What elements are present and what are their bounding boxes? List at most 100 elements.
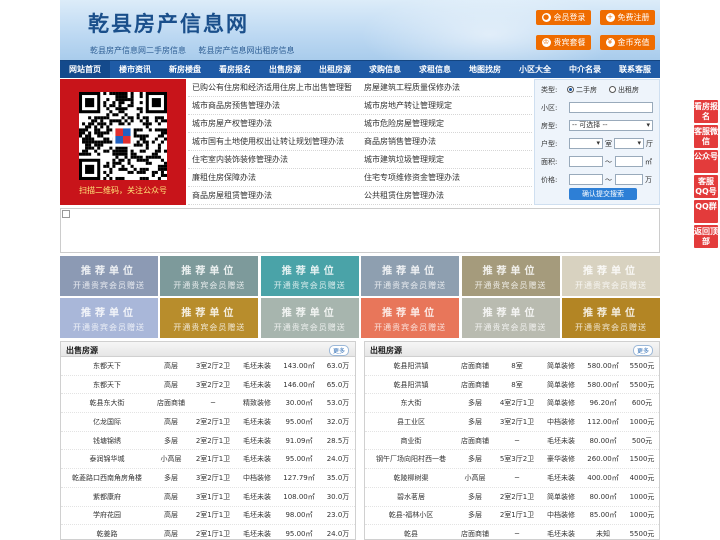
table-cell: 简单装修 [547,492,575,501]
table-cell: 2室1厅1卫 [195,511,231,520]
table-row[interactable]: 东大街 多层 4室2厅1卫 简单装修 96.20㎡ 600元 [365,394,659,414]
recommend-tile[interactable]: 推荐单位 开通贵宾会员赠送 [160,298,259,338]
rent-more-button[interactable]: 更多 [632,345,653,356]
policy-link[interactable]: 城市房屋产权管理办法 [188,115,360,132]
nav-item[interactable]: 新房楼盘 [160,61,210,78]
qr-code-icon [79,92,167,180]
table-row[interactable]: 商业街 店面商铺 ─ 毛坯未装 80.00㎡ 500元 [365,432,659,451]
nav-item[interactable]: 楼市资讯 [110,61,160,78]
nav-item[interactable]: 中介名录 [560,61,610,78]
sale-more-button[interactable]: 更多 [328,345,349,356]
vip-package-button[interactable]: ♔ 贵宾套餐 [536,35,591,50]
price-max-input[interactable] [615,174,643,185]
table-cell: 2室2厅1卫 [195,436,231,445]
price-min-input[interactable] [569,174,603,185]
policy-link[interactable]: 城市房地产转让管理规定 [360,97,532,114]
table-row[interactable]: 乾县 店面商铺 ─ 毛坯未装 未知 5500元 [365,525,659,540]
search-panel: 类型: 二手房 出租房 小区: 房型: -- 可选择 -- 户型: 室 厅 面积… [534,79,660,205]
recommend-tile[interactable]: 推荐单位 开通贵宾会员赠送 [60,298,158,338]
table-cell: 2室2厅1卫 [195,417,231,426]
table-row[interactable]: 钢午厂场向阳村西一巷 多层 5室3厅2卫 豪华装修 260.00㎡ 1500元 [365,450,659,470]
table-row[interactable]: 乾县阳洪镇 店面商铺 8室 简单装修 580.00㎡ 5500元 [365,357,659,376]
policy-link[interactable]: 商品房销售管理办法 [360,133,532,150]
nav-item[interactable]: 出售房源 [260,61,310,78]
table-cell: 简单装修 [547,361,575,370]
free-register-button[interactable]: + 免费注册 [600,10,655,25]
float-button[interactable]: 公众号 [694,150,718,173]
policy-link[interactable]: 住宅室内装饰装修管理办法 [188,151,360,168]
recommend-tile[interactable]: 推荐单位 开通贵宾会员赠送 [461,256,560,296]
table-row[interactable]: 学府花园 高层 2室1厅1卫 毛坯未装 98.00㎡ 23.0万 [61,507,355,526]
table-cell: 小高层 [464,473,486,482]
table-row[interactable]: 乾县阳洪镇 店面商铺 8室 简单装修 580.00㎡ 5500元 [365,376,659,395]
nav-item[interactable]: 求租信息 [410,61,460,78]
table-row[interactable]: 紫都康府 高层 3室1厅1卫 毛坯未装 108.00㎡ 30.0万 [61,488,355,507]
policy-link[interactable]: 商品房屋租赁管理办法 [188,187,360,204]
policy-link[interactable]: 城市建筑垃圾管理规定 [360,151,532,168]
table-cell: 112.00㎡ [587,417,619,426]
policy-link[interactable]: 廉租住房保障办法 [188,169,360,186]
table-cell: 毛坯未装 [243,417,271,426]
nav-item[interactable]: 求购信息 [360,61,410,78]
nav-item[interactable]: 网站首页 [60,61,110,78]
district-input[interactable] [569,102,653,113]
house-type-select[interactable]: -- 可选择 -- [569,120,653,131]
crown-icon: ♔ [541,38,551,47]
table-row[interactable]: 乾县东大街 店面商铺 ─ 精致装修 30.00㎡ 53.0万 [61,394,355,414]
recommend-tile[interactable]: 推荐单位 开通贵宾会员赠送 [561,256,660,296]
table-row[interactable]: 乾陵柳树渠 小高层 ─ 毛坯未装 400.00㎡ 4000元 [365,469,659,488]
recommend-tile[interactable]: 推荐单位 开通贵宾会员赠送 [561,298,660,338]
price-unit: 万 [645,176,652,184]
table-row[interactable]: 乾姜路 高层 2室1厅1卫 毛坯未装 95.00㎡ 24.0万 [61,525,355,540]
type-radio-secondhand[interactable]: 二手房 [567,85,597,95]
recommend-tile[interactable]: 推荐单位 开通贵宾会员赠送 [260,298,359,338]
recommend-tile[interactable]: 推荐单位 开通贵宾会员赠送 [60,256,158,296]
nav-item[interactable]: 联系客服 [610,61,660,78]
table-row[interactable]: 县工业区 多层 3室2厅1卫 中档装修 112.00㎡ 1000元 [365,413,659,432]
table-row[interactable]: 钱塘锦绣 多层 2室2厅1卫 毛坯未装 91.09㎡ 28.5万 [61,432,355,451]
room-select[interactable] [569,138,603,149]
table-cell: 中档装修 [547,511,575,520]
table-row[interactable]: 乾菱路口西南角房角楼 多层 3室2厅1卫 中档装修 127.79㎡ 35.0万 [61,469,355,488]
type-radio-rent[interactable]: 出租房 [609,85,639,95]
search-submit-button[interactable]: 确认提交搜索 [569,188,637,200]
area-min-input[interactable] [569,156,603,167]
policy-link[interactable]: 公共租赁住房管理办法 [360,187,532,204]
table-row[interactable]: 亿龙国际 高层 2室2厅1卫 毛坯未装 95.00㎡ 32.0万 [61,413,355,432]
float-button[interactable]: 看房报名 [694,100,718,123]
policy-link[interactable]: 城市商品房预售管理办法 [188,97,360,114]
table-row[interactable]: 东都天下 高层 3室2厅2卫 毛坯未装 146.00㎡ 65.0万 [61,376,355,395]
policy-link[interactable]: 城市危险房屋管理规定 [360,115,532,132]
recommend-tile[interactable]: 推荐单位 开通贵宾会员赠送 [461,298,560,338]
member-login-button[interactable]: ● 会员登录 [536,10,591,25]
policy-link[interactable]: 房屋建筑工程质量保修办法 [360,79,532,96]
hall-select[interactable] [614,138,644,149]
nav-item[interactable]: 看房报名 [210,61,260,78]
nav-item[interactable]: 地图找房 [460,61,510,78]
table-cell: 多层 [164,473,178,482]
table-row[interactable]: 乾县-福林小区 多层 2室1厅1卫 中档装修 85.00㎡ 1000元 [365,507,659,526]
float-button[interactable]: 客服微信 [694,125,718,148]
type-label: 类型: [541,86,558,94]
policy-link[interactable]: 已购公有住房和经济适用住房上市出售管理暂 [188,79,360,96]
table-cell: 35.0万 [326,473,350,482]
float-button[interactable]: QQ群 [694,200,718,223]
coin-recharge-button[interactable]: ¥ 金币充值 [600,35,655,50]
table-row[interactable]: 东都天下 高层 3室2厅2卫 毛坯未装 143.00㎡ 63.0万 [61,357,355,376]
table-row[interactable]: 碧水茗居 多层 2室2厅1卫 简单装修 80.00㎡ 1000元 [365,488,659,507]
site-logo[interactable]: 乾县房产信息网 [88,8,249,38]
ad-banner[interactable] [60,208,660,253]
recommend-tile[interactable]: 推荐单位 开通贵宾会员赠送 [361,256,460,296]
float-button[interactable]: 客服QQ号 [694,175,718,198]
policy-link[interactable]: 城市国有土地使用权出让转让规划管理办法 [188,133,360,150]
area-max-input[interactable] [615,156,643,167]
nav-item[interactable]: 出租房源 [310,61,360,78]
recommend-tile[interactable]: 推荐单位 开通贵宾会员赠送 [260,256,359,296]
float-button[interactable]: 返回顶部 [694,225,718,248]
policy-link[interactable]: 住宅专项维修资金管理办法 [360,169,532,186]
nav-item[interactable]: 小区大全 [510,61,560,78]
table-row[interactable]: 泰润锦华城 小高层 2室1厅1卫 毛坯未装 95.00㎡ 24.0万 [61,450,355,470]
recommend-tile[interactable]: 推荐单位 开通贵宾会员赠送 [361,298,460,338]
tile-subtitle: 开通贵宾会员赠送 [474,280,547,290]
recommend-tile[interactable]: 推荐单位 开通贵宾会员赠送 [160,256,259,296]
